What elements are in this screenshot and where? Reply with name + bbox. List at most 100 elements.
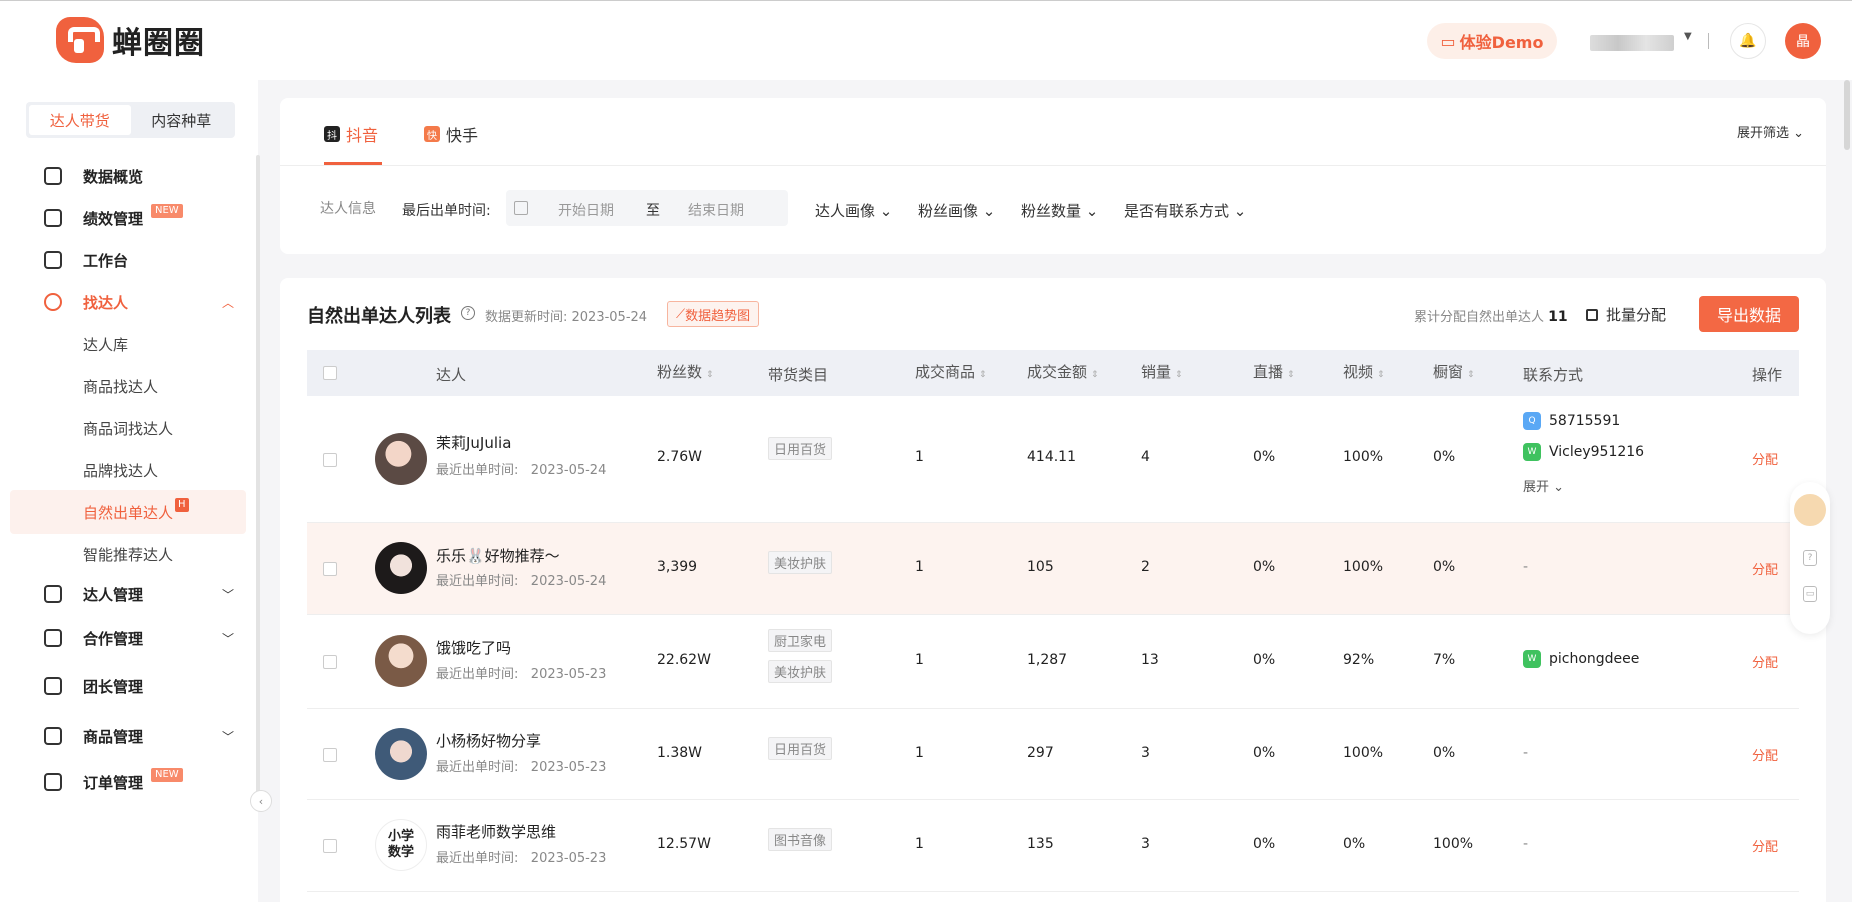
assign-button[interactable]: 分配 [1752, 652, 1778, 671]
deal-amount: 414.11 [1027, 449, 1076, 465]
monitor-icon [44, 251, 62, 269]
col-contact: 联系方式 [1523, 366, 1584, 384]
assign-button[interactable]: 分配 [1752, 559, 1778, 578]
header-divider [1708, 33, 1709, 49]
sidebar-sub-smart[interactable]: 智能推荐达人 [10, 532, 246, 576]
assistant-avatar[interactable] [1792, 492, 1828, 528]
sidebar-item-workbench[interactable]: 工作台 [10, 238, 246, 282]
sidebar-sub-by-brand[interactable]: 品牌找达人 [10, 448, 246, 492]
col-goods[interactable]: 成交商品 ⇕ [915, 361, 987, 382]
help-icon[interactable]: ? [461, 306, 475, 320]
feedback-icon[interactable]: ▭ [1803, 586, 1817, 602]
sidebar-item-label: 品牌找达人 [83, 461, 159, 480]
tab-kuaishou[interactable]: 快 快手 [424, 122, 478, 146]
page-scrollbar[interactable] [1844, 80, 1850, 150]
fan-count-dropdown[interactable]: 粉丝数量 ⌄ [1021, 200, 1098, 221]
platform-tabs: 抖 抖音 快 快手 展开筛选 ⌄ [280, 98, 1826, 166]
sidebar-sub-by-product[interactable]: 商品找达人 [10, 364, 246, 408]
sidebar-sub-library[interactable]: 达人库 [10, 322, 246, 366]
assign-button[interactable]: 分配 [1752, 745, 1778, 764]
cumulative-assigned: 累计分配自然出单达人 11 [1414, 306, 1568, 325]
row-checkbox[interactable] [323, 839, 337, 853]
sidebar-item-performance[interactable]: 绩效管理 NEW [10, 196, 246, 240]
contact-wechat[interactable]: W Vicley951216 [1523, 443, 1644, 461]
sidebar-item-label: 绩效管理 [83, 209, 144, 228]
user-name-blurred[interactable] [1590, 35, 1674, 51]
contact-wechat[interactable]: W pichongdeee [1523, 650, 1639, 668]
talent-avatar[interactable]: 小学数学 [375, 819, 427, 871]
talent-name[interactable]: 雨菲老师数学思维 [436, 821, 556, 842]
expand-filter-button[interactable]: 展开筛选 ⌄ [1737, 122, 1804, 141]
row-checkbox[interactable] [323, 655, 337, 669]
col-amount[interactable]: 成交金额 ⇕ [1027, 361, 1099, 382]
contact-qq[interactable]: Q 58715591 [1523, 412, 1620, 430]
logo[interactable]: 蝉圈圈 [56, 17, 205, 63]
sort-icon: ⇕ [1091, 370, 1099, 380]
sidebar-scrollbar[interactable] [256, 155, 260, 795]
talent-name[interactable]: 茉莉JuJulia [436, 432, 511, 453]
fan-profile-dropdown[interactable]: 粉丝画像 ⌄ [918, 200, 995, 221]
trend-chart-button[interactable]: ⟋ 数据趋势图 [667, 301, 760, 327]
sidebar-item-product-mgmt[interactable]: 商品管理 ﹀ [10, 714, 246, 758]
col-live[interactable]: 直播 ⇕ [1253, 361, 1295, 382]
col-label: 视频 [1343, 363, 1374, 381]
batch-assign-button[interactable]: 批量分配 [1586, 304, 1666, 325]
goods-count: 1 [915, 652, 924, 668]
mode-content-seeding[interactable]: 内容种草 [131, 105, 233, 135]
export-button[interactable]: 导出数据 [1699, 296, 1799, 332]
demo-button[interactable]: ▭ 体验Demo [1427, 23, 1557, 59]
talent-avatar[interactable] [375, 635, 427, 687]
question-icon[interactable]: ? [1803, 550, 1817, 566]
user-caret-icon[interactable]: ▼ [1684, 31, 1692, 42]
sales-count: 2 [1141, 559, 1150, 575]
last-order-time: 最近出单时间: 2023-05-24 [436, 570, 606, 589]
date-range-picker[interactable]: 开始日期 至 结束日期 [506, 190, 788, 226]
last-order-date: 2023-05-23 [530, 760, 607, 775]
mode-talent-sales[interactable]: 达人带货 [29, 105, 131, 135]
collapse-sidebar-button[interactable]: ‹ [250, 790, 272, 812]
talent-avatar[interactable] [375, 728, 427, 780]
trend-chart-icon [44, 209, 62, 227]
row-checkbox[interactable] [323, 453, 337, 467]
col-window[interactable]: 橱窗 ⇕ [1433, 361, 1475, 382]
page-title: 自然出单达人列表 [307, 306, 451, 327]
has-contact-dropdown[interactable]: 是否有联系方式 ⌄ [1124, 200, 1246, 221]
sidebar-item-label: 商品词找达人 [83, 419, 174, 438]
bell-icon[interactable]: 🔔 [1730, 23, 1766, 59]
table-row: 饿饿吃了吗 最近出单时间: 2023-05-23 22.62W 厨卫家电 美妆护… [307, 615, 1799, 709]
avatar[interactable]: 晶 [1785, 23, 1821, 59]
col-sales[interactable]: 销量 ⇕ [1141, 361, 1183, 382]
sidebar-item-find-talent[interactable]: 找达人 ︿ [10, 280, 246, 324]
assign-button[interactable]: 分配 [1752, 449, 1778, 468]
sort-icon: ⇕ [1287, 370, 1295, 380]
col-video[interactable]: 视频 ⇕ [1343, 361, 1385, 382]
sidebar-item-overview[interactable]: 数据概览 [10, 154, 246, 198]
end-date-input[interactable]: 结束日期 [688, 200, 744, 220]
tab-douyin[interactable]: 抖 抖音 [324, 122, 378, 146]
talent-name[interactable]: 小杨杨好物分享 [436, 730, 541, 751]
row-checkbox[interactable] [323, 748, 337, 762]
last-order-time: 最近出单时间: 2023-05-24 [436, 459, 606, 478]
floating-toolbar: ? ▭ [1790, 482, 1830, 634]
expand-contact-button[interactable]: 展开 ⌄ [1523, 476, 1564, 495]
fans-count: 12.57W [657, 836, 711, 852]
sidebar-item-coop-mgmt[interactable]: 合作管理 ﹀ [10, 616, 246, 660]
talent-name[interactable]: 饿饿吃了吗 [436, 637, 511, 658]
sidebar-item-leader-mgmt[interactable]: 团长管理 [10, 664, 246, 708]
talent-name[interactable]: 乐乐🐰好物推荐～ [436, 545, 560, 566]
talent-profile-dropdown[interactable]: 达人画像 ⌄ [815, 200, 892, 221]
wechat-icon: W [1523, 443, 1541, 461]
sidebar-item-order-mgmt[interactable]: 订单管理 NEW [10, 760, 246, 804]
date-separator: 至 [646, 203, 660, 219]
row-checkbox[interactable] [323, 562, 337, 576]
talent-avatar[interactable] [375, 433, 427, 485]
assign-button[interactable]: 分配 [1752, 836, 1778, 855]
col-fans[interactable]: 粉丝数 ⇕ [657, 361, 714, 382]
sidebar-item-talent-mgmt[interactable]: 达人管理 ﹀ [10, 572, 246, 616]
sidebar-sub-by-keyword[interactable]: 商品词找达人 [10, 406, 246, 450]
sidebar-sub-natural[interactable]: 自然出单达人 H [10, 490, 246, 534]
start-date-input[interactable]: 开始日期 [558, 200, 614, 220]
contact-value: pichongdeee [1549, 651, 1640, 667]
talent-avatar[interactable] [375, 542, 427, 594]
select-all-checkbox[interactable] [323, 366, 337, 380]
